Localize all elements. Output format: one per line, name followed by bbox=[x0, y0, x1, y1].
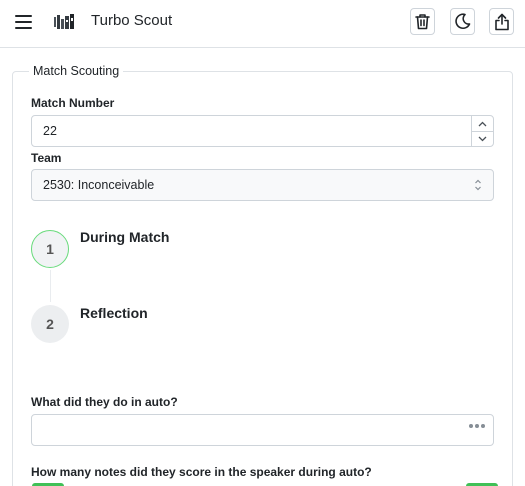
select-arrows-icon bbox=[475, 179, 481, 191]
decrement-button[interactable] bbox=[472, 131, 493, 146]
more-options-icon[interactable] bbox=[469, 424, 485, 428]
step-1-circle[interactable]: 1 bbox=[31, 230, 69, 268]
moon-icon bbox=[455, 13, 471, 30]
team-select[interactable]: 2530: Inconceivable bbox=[31, 169, 494, 201]
match-number-label: Match Number bbox=[31, 96, 115, 110]
dark-mode-toggle[interactable] bbox=[450, 8, 475, 35]
auto-question-label: What did they do in auto? bbox=[31, 395, 178, 409]
trash-icon bbox=[415, 14, 430, 30]
chevron-up-icon bbox=[478, 121, 487, 126]
fieldset-legend: Match Scouting bbox=[29, 64, 124, 78]
app-title: Turbo Scout bbox=[91, 12, 173, 29]
share-button[interactable] bbox=[489, 8, 514, 35]
match-number-value: 22 bbox=[43, 124, 57, 138]
step-connector bbox=[50, 270, 51, 302]
auto-question-input[interactable] bbox=[31, 414, 494, 446]
step-1-title[interactable]: During Match bbox=[80, 229, 169, 245]
delete-button[interactable] bbox=[410, 8, 435, 35]
team-selected-value: 2530: Inconceivable bbox=[43, 178, 155, 192]
match-number-input[interactable]: 22 bbox=[31, 115, 494, 147]
increment-button[interactable] bbox=[472, 116, 493, 131]
top-app-bar: Turbo Scout bbox=[0, 0, 525, 48]
step-2-circle[interactable]: 2 bbox=[31, 305, 69, 343]
step-2-title[interactable]: Reflection bbox=[80, 305, 148, 321]
chevron-down-icon bbox=[478, 136, 487, 142]
share-icon bbox=[494, 13, 509, 30]
hamburger-menu-icon[interactable] bbox=[13, 12, 35, 34]
turbo-scout-logo bbox=[54, 14, 74, 29]
speaker-question-label: How many notes did they score in the spe… bbox=[31, 465, 372, 479]
team-label: Team bbox=[31, 151, 62, 165]
number-stepper bbox=[471, 116, 493, 146]
